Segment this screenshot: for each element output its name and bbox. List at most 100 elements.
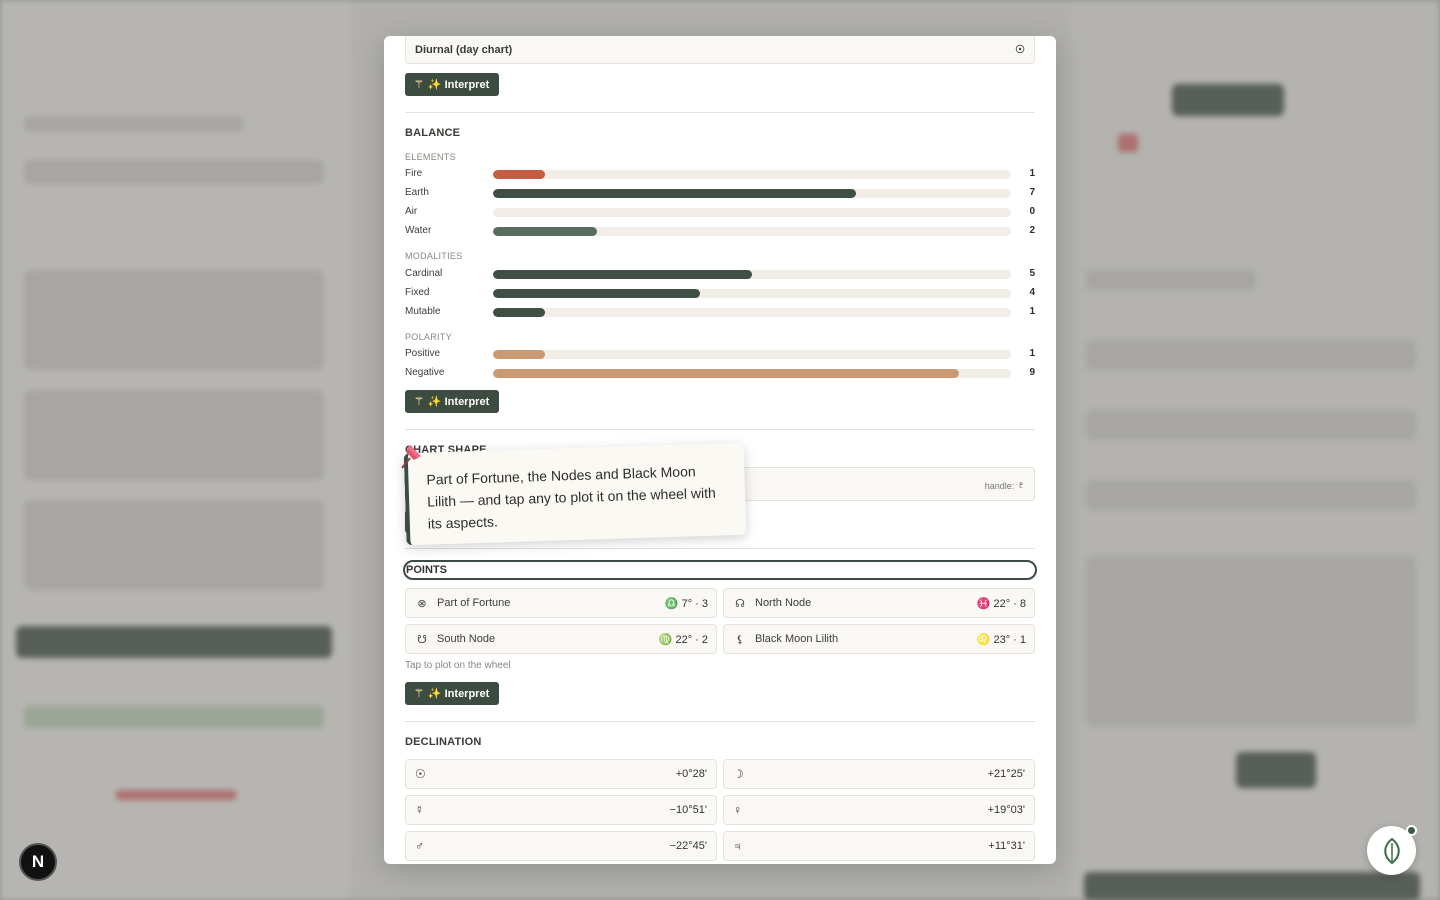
balance-bar-fill (493, 289, 701, 298)
sun-icon: ☉ (1015, 44, 1025, 56)
balance-bar-track (493, 189, 1011, 198)
point-name: Part of Fortune (437, 597, 511, 609)
balance-bar-track (493, 270, 1011, 279)
balance-row-negative: Negative 9 (405, 366, 1035, 380)
handle-label: handle: ♇ (985, 477, 1026, 492)
balance-row-label: Mutable (405, 306, 441, 317)
point-glyph-icon: ☊ (735, 597, 745, 610)
bg-dark-button (1172, 84, 1284, 116)
planet-glyph-icon: ♃ (733, 839, 742, 853)
points-title: POINTS (403, 560, 1037, 580)
point-glyph-icon: ⚸ (735, 633, 745, 646)
balance-row-label: Air (405, 206, 418, 217)
bg-dark-button (1236, 752, 1316, 788)
balance-row-count: 1 (1029, 306, 1035, 317)
balance-bar-fill (493, 270, 752, 279)
balance-row-count: 1 (1029, 348, 1035, 359)
declination-value: −22°45' (669, 840, 707, 852)
balance-row-air: Air 0 (405, 205, 1035, 219)
balance-row-count: 2 (1029, 225, 1035, 236)
bg-dark-button (16, 626, 332, 658)
bg-block (1086, 270, 1256, 290)
interpret-label: ✨ Interpret (427, 396, 490, 408)
bg-block (1086, 340, 1416, 370)
balance-row-label: Negative (405, 367, 445, 378)
declination-value: +0°28' (675, 768, 707, 780)
declination-item: ♂ −22°45' (405, 831, 717, 861)
interpret-label: ✨ Interpret (427, 688, 490, 700)
balance-bar-track (493, 208, 1011, 217)
balance-bar-fill (493, 227, 597, 236)
point-glyph-icon: ☋ (417, 633, 427, 646)
point-north-node[interactable]: ☊ North Node ♓ 22° · 8 (723, 588, 1035, 618)
magic-wand-icon: ⚚ (414, 79, 424, 91)
interpret-label: ✨ Interpret (427, 79, 490, 91)
declination-title: DECLINATION (405, 736, 482, 748)
declination-value: −10°51' (669, 804, 707, 816)
balance-row-label: Earth (405, 187, 429, 198)
balance-bar-track (493, 369, 1011, 378)
interpret-button-balance[interactable]: ⚚ ✨ Interpret (405, 390, 500, 413)
declination-value: +11°31' (988, 840, 1025, 852)
bg-block (24, 270, 324, 370)
bg-block (24, 116, 244, 132)
declination-item: ☿ −10°51' (405, 795, 717, 825)
declination-item: ☽ +21°25' (723, 759, 1035, 789)
point-name: South Node (437, 633, 496, 645)
point-position: ♎ 7° · 3 (664, 597, 708, 610)
balance-bar-track (493, 227, 1011, 236)
point-position: ♌ 23° · 1 (976, 633, 1026, 646)
balance-bar-fill (493, 189, 856, 198)
point-position: ♓ 22° · 8 (976, 597, 1026, 610)
point-south-node[interactable]: ☋ South Node ♍ 22° · 2 (405, 624, 717, 654)
balance-row-mutable: Mutable 1 (405, 305, 1035, 319)
magic-wand-icon: ⚚ (414, 688, 424, 700)
elements-subtitle: ELEMENTS (405, 152, 456, 162)
notification-dot (1406, 825, 1417, 836)
modalities-subtitle: MODALITIES (405, 251, 463, 261)
balance-row-cardinal: Cardinal 5 (405, 267, 1035, 281)
bg-green-strip (24, 706, 324, 728)
interpret-button-points[interactable]: ⚚ ✨ Interpret (405, 682, 500, 705)
bg-block (1086, 480, 1416, 510)
balance-row-label: Cardinal (405, 268, 443, 279)
balance-row-count: 9 (1029, 367, 1035, 378)
bg-red-badge (1118, 134, 1138, 152)
points-hint: Tap to plot on the wheel (405, 660, 511, 671)
balance-row-count: 7 (1029, 187, 1035, 198)
bg-block (24, 160, 324, 184)
point-part-of-fortune[interactable]: ⊗ Part of Fortune ♎ 7° · 3 (405, 588, 717, 618)
balance-row-label: Fire (405, 168, 423, 179)
pluto-icon: ♇ (1016, 477, 1026, 492)
bg-block (1086, 556, 1416, 726)
balance-row-label: Water (405, 225, 432, 236)
divider (405, 721, 1035, 722)
planet-glyph-icon: ☉ (415, 767, 426, 781)
divider (405, 112, 1035, 113)
point-black-moon-lilith[interactable]: ⚸ Black Moon Lilith ♌ 23° · 1 (723, 624, 1035, 654)
balance-bar-fill (493, 369, 960, 378)
point-name: Black Moon Lilith (755, 633, 839, 645)
interpret-button-sect[interactable]: ⚚ ✨ Interpret (405, 73, 500, 96)
planet-glyph-icon: ☽ (733, 767, 744, 781)
balance-bar-track (493, 350, 1011, 359)
balance-row-fire: Fire 1 (405, 167, 1035, 181)
balance-row-water: Water 2 (405, 224, 1035, 238)
planet-glyph-icon: ♀ (733, 803, 742, 817)
planet-glyph-icon: ☿ (415, 803, 424, 817)
handle-text: handle: (984, 481, 1015, 491)
planet-glyph-icon: ♂ (415, 839, 424, 853)
next-dev-badge[interactable]: N (19, 843, 57, 881)
point-name: North Node (755, 597, 812, 609)
balance-bar-track (493, 170, 1011, 179)
balance-bar-track (493, 289, 1011, 298)
balance-row-fixed: Fixed 4 (405, 286, 1035, 300)
balance-row-count: 4 (1029, 287, 1035, 298)
polarity-subtitle: POLARITY (405, 332, 452, 342)
declination-item: ☉ +0°28' (405, 759, 717, 789)
point-glyph-icon: ⊗ (417, 597, 427, 610)
magic-wand-icon: ⚚ (414, 396, 424, 408)
declination-value: +19°03' (987, 804, 1025, 816)
pushpin-icon (401, 445, 421, 469)
sect-select[interactable]: Diurnal (day chart) ☉ (405, 36, 1035, 64)
